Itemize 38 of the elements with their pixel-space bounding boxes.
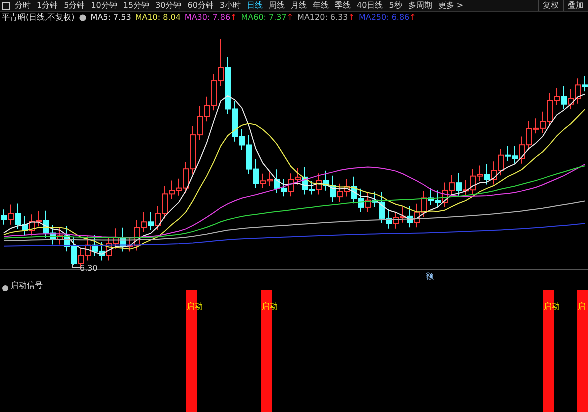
period-tab[interactable]: 1分钟 (34, 0, 62, 11)
toolbar-button[interactable]: 复权 (538, 0, 563, 11)
marker-label: 额 (426, 271, 434, 283)
ma-value: MA60: 7.37 (241, 12, 287, 24)
indicator-icon[interactable] (2, 285, 9, 292)
period-tab[interactable]: 3小时 (216, 0, 244, 11)
period-tab[interactable]: 5秒 (386, 0, 406, 11)
up-arrow: ↑ (348, 12, 355, 24)
period-tab[interactable]: 季线 (332, 0, 354, 11)
ma-value: MA10: 8.04 (135, 12, 181, 24)
ma-value: MA250: 6.86 (358, 12, 410, 24)
pointer-icon (72, 264, 80, 270)
signal-label: 启 (578, 302, 586, 312)
period-tab[interactable]: 日线 (244, 0, 266, 11)
period-tab[interactable]: 15分钟 (120, 0, 153, 11)
period-tab[interactable]: 5分钟 (61, 0, 88, 11)
up-arrow: ↑ (286, 12, 294, 24)
indicator-title: 启动信号 (11, 280, 43, 292)
period-tab[interactable]: 10分钟 (88, 0, 120, 11)
price-label: 6.30 (80, 263, 98, 275)
up-arrow: ↑ (230, 12, 238, 24)
up-arrow: ↑ (410, 12, 416, 24)
period-tab[interactable]: 多周期 (405, 0, 436, 11)
ma-value: MA120: 6.33 (298, 12, 348, 24)
chart-title: 平青昭(日线,不复权) (2, 12, 75, 24)
period-tab[interactable]: 年线 (310, 0, 332, 11)
period-tab[interactable]: 月线 (288, 0, 310, 11)
period-tab[interactable]: 60分钟 (184, 0, 217, 11)
period-tab[interactable]: 分时 (12, 0, 34, 11)
period-tab[interactable]: 30分钟 (152, 0, 185, 11)
period-tab[interactable]: 40日线 (354, 0, 386, 11)
ma-value: MA5: 7.53 (90, 12, 132, 24)
indicator-icon[interactable] (78, 12, 87, 24)
toolbar-button[interactable]: 叠加 (563, 0, 588, 11)
chart-icon[interactable] (2, 2, 10, 10)
ma-value: MA30: 7.86 (184, 12, 231, 24)
period-tab[interactable]: 周线 (266, 0, 288, 11)
period-tab[interactable]: 更多 > (435, 0, 467, 11)
